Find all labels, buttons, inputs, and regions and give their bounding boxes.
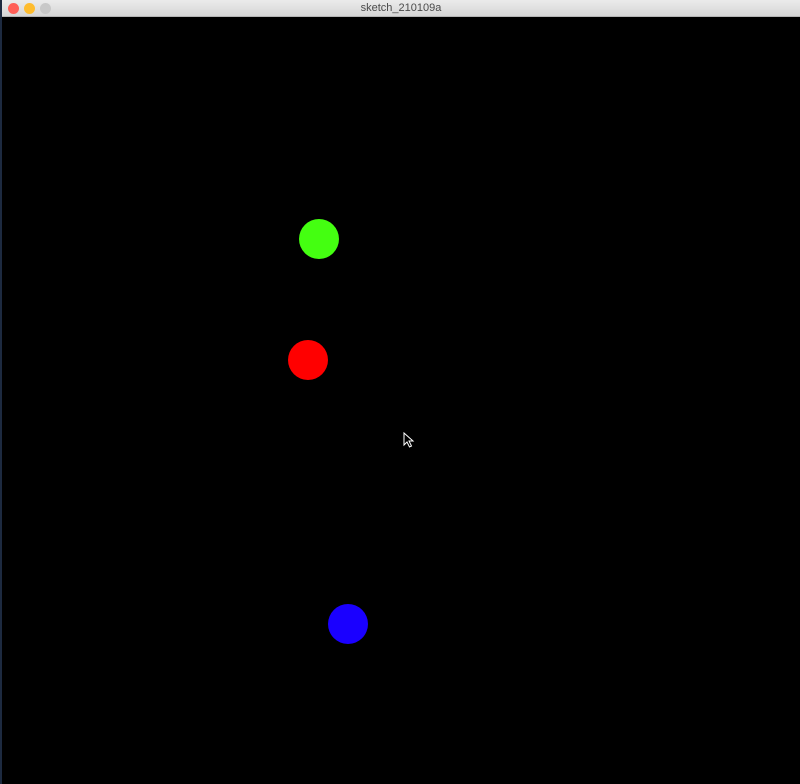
sketch-window: sketch_210109a xyxy=(2,0,800,784)
arrow-cursor-icon xyxy=(403,432,415,448)
red-circle xyxy=(288,340,328,380)
blue-circle xyxy=(328,604,368,644)
sketch-canvas[interactable] xyxy=(2,17,800,784)
green-circle xyxy=(299,219,339,259)
window-titlebar[interactable]: sketch_210109a xyxy=(2,0,800,17)
window-title: sketch_210109a xyxy=(360,2,442,14)
